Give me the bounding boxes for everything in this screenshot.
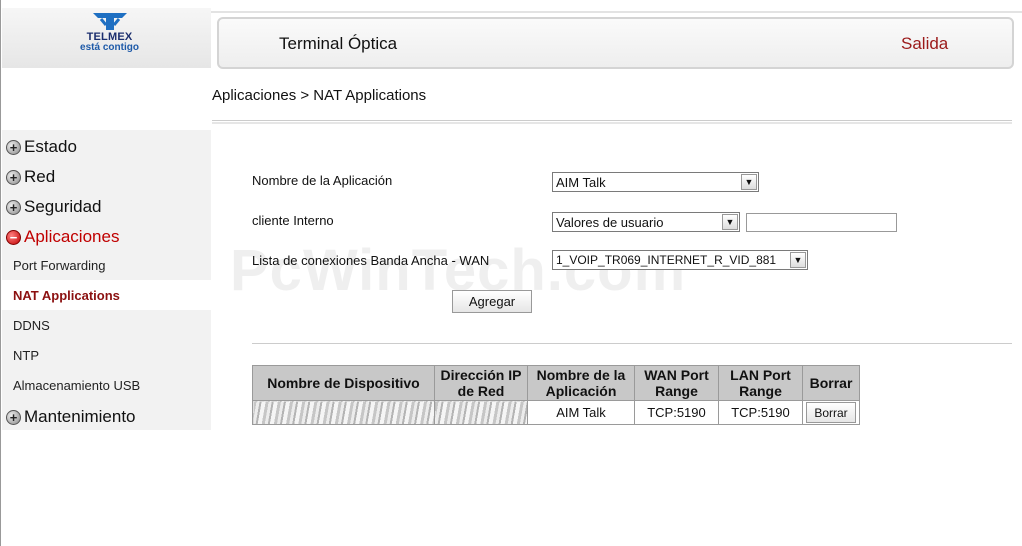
menu-item-aplicaciones[interactable]: − Aplicaciones [6,225,119,249]
device-name-cell-redacted [252,400,435,425]
sidebar: TELMEX está contigo + Estado + Red + Seg… [0,0,211,546]
app-name-select[interactable]: AIM Talk ▼ [552,172,759,192]
nat-apps-table: Nombre de Dispositivo Dirección IP de Re… [252,365,860,425]
telmex-logo: TELMEX está contigo [72,11,147,65]
menu-item-label: Red [24,167,56,186]
divider [252,343,1012,344]
add-button[interactable]: Agregar [452,290,532,313]
top-divider [210,11,1022,13]
table-header-row: Nombre de Dispositivo Dirección IP de Re… [252,365,860,401]
submenu-label: DDNS [13,317,50,333]
breadcrumb: Aplicaciones > NAT Applications [212,87,427,104]
submenu-ntp[interactable]: NTP [2,340,211,370]
expand-plus-icon: + [6,409,21,425]
col-header-wan: WAN Port Range [634,365,719,401]
submenu-nat-applications[interactable]: NAT Applications [2,280,211,310]
submenu-label: Port Forwarding [13,257,106,273]
col-header-device: Nombre de Dispositivo [252,365,435,401]
menu-item-estado[interactable]: + Estado [6,135,77,159]
delete-button[interactable]: Borrar [806,402,856,423]
menu-item-label: Estado [24,137,77,156]
menu-item-seguridad[interactable]: + Seguridad [6,195,102,219]
expand-plus-icon: + [6,169,21,185]
submenu-usb-storage[interactable]: Almacenamiento USB [2,370,211,400]
collapse-minus-icon: − [6,229,21,245]
table-row: AIM Talk TCP:5190 TCP:5190 Borrar [252,400,860,425]
menu-item-mantenimiento[interactable]: + Mantenimiento [6,405,136,429]
app-cell: AIM Talk [527,400,635,425]
telmex-logo-icon [92,13,127,30]
chevron-down-icon: ▼ [790,252,806,268]
brand-tagline: está contigo [80,42,139,53]
header-bar: Terminal Óptica Salida [217,17,1014,69]
client-select[interactable]: Valores de usuario ▼ [552,212,740,232]
app-name-select-value: AIM Talk [556,174,606,190]
client-ip-input[interactable] [746,213,897,232]
expand-plus-icon: + [6,199,21,215]
lan-cell: TCP:5190 [718,400,803,425]
wan-select-value: 1_VOIP_TR069_INTERNET_R_VID_881 [556,253,777,267]
col-header-delete: Borrar [802,365,860,401]
logout-link[interactable]: Salida [901,34,948,54]
chevron-down-icon: ▼ [741,174,757,190]
submenu-label: NAT Applications [13,287,120,303]
expand-plus-icon: + [6,139,21,155]
page-header-title: Terminal Óptica [279,34,398,53]
submenu-label: Almacenamiento USB [13,377,141,393]
col-header-app: Nombre de la Aplicación [527,365,635,401]
col-header-ip: Dirección IP de Red [434,365,528,401]
chevron-down-icon: ▼ [722,214,738,230]
submenu-ddns[interactable]: DDNS [2,310,211,340]
submenu-label: NTP [13,347,39,363]
client-label: cliente Interno [252,213,334,228]
nav-menu: + Estado + Red + Seguridad − Aplicacione… [2,130,211,430]
submenu-port-forwarding[interactable]: Port Forwarding [2,250,211,280]
menu-item-red[interactable]: + Red [6,165,55,189]
menu-item-label: Aplicaciones [24,227,120,246]
app-name-label: Nombre de la Aplicación [252,173,393,188]
wan-cell: TCP:5190 [634,400,719,425]
col-header-lan: LAN Port Range [718,365,803,401]
divider [212,120,1012,124]
delete-cell: Borrar [802,400,860,425]
ip-cell-redacted [434,400,528,425]
logo-area: TELMEX está contigo [2,8,211,68]
client-select-value: Valores de usuario [556,214,664,230]
wan-list-label: Lista de conexiones Banda Ancha - WAN [252,253,490,268]
menu-item-label: Mantenimiento [24,407,136,426]
menu-item-label: Seguridad [24,197,102,216]
wan-connection-select[interactable]: 1_VOIP_TR069_INTERNET_R_VID_881 ▼ [552,250,808,270]
